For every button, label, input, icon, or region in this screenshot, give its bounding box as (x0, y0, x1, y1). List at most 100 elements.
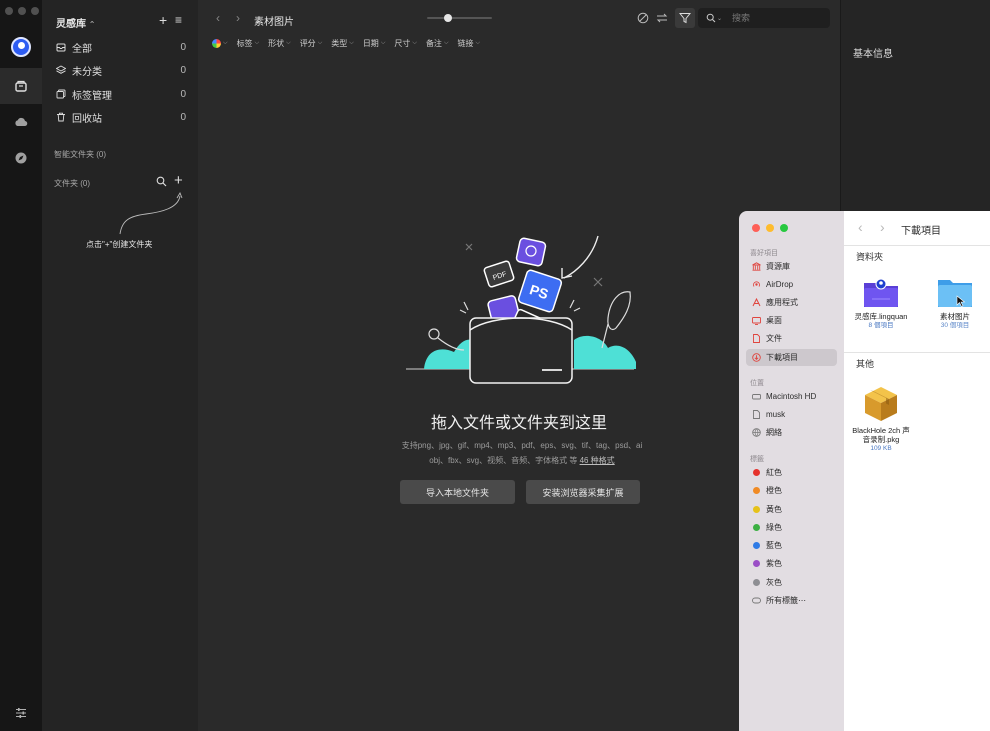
finder-item-desktop[interactable]: 桌面 (746, 312, 837, 329)
finder-tag-orange[interactable]: 橙色 (746, 482, 837, 499)
finder-item-network[interactable]: 網絡 (746, 424, 837, 441)
forward-icon[interactable]: › (236, 11, 240, 25)
zoom-window-button[interactable] (780, 224, 788, 232)
library-nav-button[interactable] (0, 68, 42, 104)
file-name-line1: BlackHole 2ch 声 (852, 426, 910, 435)
no-filter-icon[interactable] (637, 12, 649, 24)
tag-dot-icon (753, 506, 760, 513)
finder-item-label: 資源庫 (766, 262, 790, 271)
search-box[interactable]: ⌄ (698, 8, 830, 28)
close-window-button[interactable] (752, 224, 760, 232)
package-icon (865, 387, 897, 421)
finder-item-label: 文件 (766, 334, 782, 343)
folders-group-header: 資料夾 (856, 252, 884, 262)
install-extension-button[interactable]: 安装浏览器采集扩展 (526, 480, 640, 504)
finder-tag-green[interactable]: 綠色 (746, 519, 837, 536)
filter-label: 类型 (331, 39, 348, 48)
finder-folder-lingquan[interactable]: 灵感库.lingquan 8 個項目 (848, 277, 914, 330)
compass-icon (15, 152, 27, 164)
finder-tag-yellow[interactable]: 黃色 (746, 501, 837, 518)
close-window-button[interactable] (5, 7, 13, 15)
folders-header[interactable]: 文件夹 (0) (54, 178, 90, 189)
sidebar-item-all[interactable]: 全部 0 (56, 37, 186, 57)
finder-item-downloads[interactable]: 下載項目 (746, 349, 837, 366)
tag-dot-icon (753, 469, 760, 476)
funnel-icon (679, 13, 691, 24)
finder-file-blackhole[interactable]: BlackHole 2ch 声 音录制.pkg 109 KB (848, 383, 914, 453)
finder-tag-blue[interactable]: 藍色 (746, 537, 837, 554)
filter-button[interactable] (675, 8, 695, 28)
forward-icon[interactable]: › (880, 219, 885, 235)
sidebar-item-label: 全部 (72, 43, 92, 55)
filter-label: 标签 (236, 39, 253, 48)
back-icon[interactable]: ‹ (216, 11, 220, 25)
tag-icon (56, 89, 66, 99)
filter-date[interactable]: 日期 ⌵ (363, 38, 386, 49)
add-icon[interactable]: + (159, 12, 167, 28)
file-meta: 109 KB (870, 445, 892, 452)
smart-folders-header[interactable]: 智能文件夹 (0) (54, 149, 106, 160)
filter-shape[interactable]: 形状 ⌵ (268, 38, 291, 49)
finder-item-label: 黃色 (766, 505, 782, 514)
sidebar-item-count: 0 (180, 88, 186, 100)
filter-type[interactable]: 类型 ⌵ (331, 38, 354, 49)
sidebar-item-label: 回收站 (72, 113, 102, 125)
filter-notes[interactable]: 备注 ⌵ (426, 38, 449, 49)
zoom-slider-handle[interactable] (444, 14, 453, 22)
minimize-window-button[interactable] (766, 224, 774, 232)
filter-link[interactable]: 链接 ⌵ (458, 38, 481, 49)
filter-label: 链接 (457, 39, 474, 48)
network-icon (752, 428, 761, 437)
chevron-down-icon: ⌵ (380, 40, 386, 46)
finder-item-applications[interactable]: 應用程式 (746, 294, 837, 311)
settings-nav-button[interactable] (0, 695, 42, 731)
finder-folder-assets[interactable]: 素材图片 30 個項目 (922, 277, 988, 330)
sidebar-item-trash[interactable]: 回收站 0 (56, 107, 186, 127)
cloud-nav-button[interactable] (0, 104, 42, 140)
filter-tags[interactable]: 标签 ⌵ (237, 38, 260, 49)
layers-icon (56, 65, 66, 74)
tag-dot-icon (753, 560, 760, 567)
toolbar-divider (844, 245, 990, 246)
sidebar-item-uncategorized[interactable]: 未分类 0 (56, 60, 186, 80)
finder-content: ‹ › 下載項目 資料夾 灵感库.lingquan 8 個項目 素材图片 30 … (844, 211, 990, 731)
finder-item-label: 紅色 (766, 468, 782, 477)
sort-icon[interactable] (656, 12, 668, 24)
finder-tag-red[interactable]: 紅色 (746, 464, 837, 481)
formats-link[interactable]: 46 种格式 (580, 456, 615, 465)
finder-tag-gray[interactable]: 灰色 (746, 574, 837, 591)
zoom-slider[interactable] (427, 14, 492, 22)
folder-icon (938, 280, 972, 307)
library-switcher[interactable]: 灵感库 ⌃ (56, 15, 95, 30)
finder-tag-purple[interactable]: 紫色 (746, 555, 837, 572)
filter-color[interactable]: ⌵ (212, 39, 228, 48)
finder-all-tags[interactable]: 所有標籤⋯ (746, 592, 837, 609)
search-input[interactable] (732, 13, 823, 23)
trash-icon (57, 112, 65, 122)
chevron-down-icon: ⌵ (286, 40, 291, 46)
menu-icon[interactable]: ≡ (175, 13, 182, 27)
finder-item-library[interactable]: 資源庫 (746, 258, 837, 275)
finder-item-musk[interactable]: musk (746, 406, 837, 423)
finder-item-airdrop[interactable]: AirDrop (746, 276, 837, 293)
app-logo-icon[interactable] (11, 37, 31, 57)
sidebar-item-label: 未分类 (72, 66, 102, 78)
filter-label: 尺寸 (394, 39, 411, 48)
sidebar-item-tag-manager[interactable]: 标签管理 0 (56, 84, 186, 104)
cloud-icon (15, 117, 28, 127)
import-folder-button[interactable]: 导入本地文件夹 (400, 480, 515, 504)
zoom-window-button[interactable] (31, 7, 39, 15)
discover-nav-button[interactable] (0, 140, 42, 176)
filter-rating[interactable]: 评分 ⌵ (300, 38, 323, 49)
finder-item-macintosh-hd[interactable]: Macintosh HD (746, 388, 837, 405)
add-folder-icon[interactable]: + (174, 172, 183, 189)
filter-label: 评分 (299, 39, 316, 48)
filter-size[interactable]: 尺寸 ⌵ (394, 38, 417, 49)
search-icon[interactable] (156, 176, 167, 187)
tag-outline-icon (752, 596, 761, 605)
minimize-window-button[interactable] (18, 7, 26, 15)
back-icon[interactable]: ‹ (858, 219, 863, 235)
finder-item-label: 橙色 (766, 486, 782, 495)
building-icon (752, 262, 761, 271)
finder-item-documents[interactable]: 文件 (746, 330, 837, 347)
